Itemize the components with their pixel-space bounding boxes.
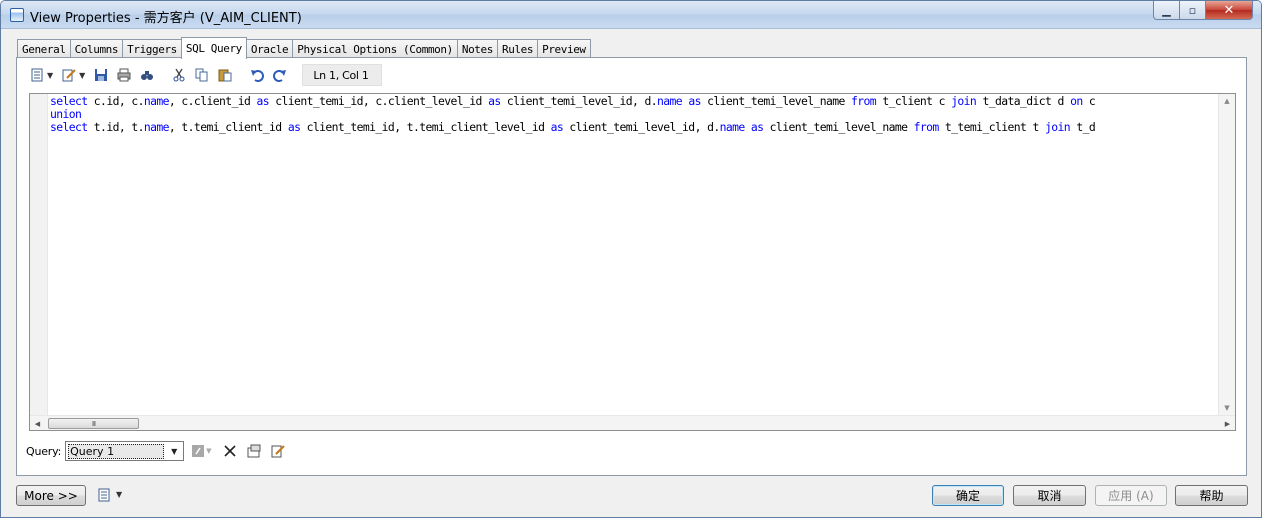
sql-text: client_temi_level_id, d. (563, 120, 720, 134)
query-row: Query: Query 1 ▼ ▼ (26, 441, 288, 461)
sql-text: c (1082, 94, 1096, 108)
window-title: View Properties - 需方客户 (V_AIM_CLIENT) (30, 11, 302, 26)
save-icon[interactable] (91, 65, 111, 85)
tab-rules[interactable]: Rules (496, 39, 539, 58)
sql-text: c.id, c. (87, 94, 145, 108)
sql-keyword: as (256, 94, 270, 108)
find-icon[interactable] (137, 65, 157, 85)
tab-triggers[interactable]: Triggers (122, 39, 182, 58)
sql-text: t_data_dict d (976, 94, 1071, 108)
scroll-up-icon[interactable]: ▲ (1219, 94, 1235, 108)
sql-keyword: join (1045, 120, 1071, 134)
chevron-down-icon[interactable]: ▼ (206, 447, 211, 455)
toolbar-separator (164, 66, 166, 84)
sql-text: , t.temi_client_id (168, 120, 288, 134)
editor-toolbar: ▼ ▼ Ln 1, Col 1 (27, 63, 382, 87)
tab-oracle[interactable]: Oracle (245, 39, 294, 58)
redo-icon[interactable] (270, 65, 290, 85)
code-line[interactable]: select c.id, c.name, c.client_id as clie… (50, 95, 1219, 108)
sql-keyword: name (657, 94, 683, 108)
sql-keyword: as (287, 120, 301, 134)
properties-icon[interactable] (94, 485, 114, 505)
title-bar[interactable]: View Properties - 需方客户 (V_AIM_CLIENT) ▁ … (1, 1, 1261, 29)
vertical-scrollbar[interactable]: ▲ ▼ (1218, 94, 1235, 415)
tab-notes[interactable]: Notes (456, 39, 498, 58)
sql-text: t_temi_client t (938, 120, 1046, 134)
query-select[interactable]: Query 1 ▼ (65, 441, 185, 461)
sql-keyword: name (719, 120, 746, 134)
sql-keyword: as (488, 94, 501, 108)
sql-keyword: as (750, 120, 764, 134)
tab-columns[interactable]: Columns (69, 39, 124, 58)
sql-text: client_temi_id, c.client_level_id (269, 94, 489, 108)
paste-icon[interactable] (215, 65, 235, 85)
chevron-down-icon[interactable]: ▼ (116, 490, 122, 499)
delete-icon[interactable] (220, 441, 240, 461)
maximize-button[interactable]: ▫ (1180, 1, 1206, 20)
copy-icon[interactable] (192, 65, 212, 85)
sql-keyword: join (951, 94, 977, 108)
more-button[interactable]: More >> (16, 485, 86, 506)
sql-text: client_temi_level_name (763, 120, 914, 134)
help-button[interactable]: 帮助 (1175, 485, 1248, 506)
cut-icon[interactable] (169, 65, 189, 85)
chevron-down-icon[interactable]: ▼ (79, 71, 85, 80)
sql-keyword: from (913, 120, 940, 134)
sql-keyword: as (550, 120, 564, 134)
toolbar-separator (242, 66, 244, 84)
new-query-icon[interactable] (188, 441, 208, 461)
sql-text: client_temi_id, t.temi_client_level_id (300, 120, 551, 134)
scroll-down-icon[interactable]: ▼ (1219, 401, 1235, 415)
sql-keyword: name (143, 120, 170, 134)
properties-icon[interactable] (27, 65, 47, 85)
sql-keyword: name (143, 94, 170, 108)
tab-preview[interactable]: Preview (537, 39, 591, 58)
query-select-value: Query 1 (68, 444, 165, 459)
sql-keyword: as (688, 94, 701, 108)
sql-keyword: select (50, 120, 88, 134)
view-properties-window: View Properties - 需方客户 (V_AIM_CLIENT) ▁ … (0, 0, 1262, 518)
print-icon[interactable] (114, 65, 134, 85)
chevron-down-icon[interactable]: ▼ (47, 71, 53, 80)
query-label: Query: (26, 444, 62, 458)
sql-keyword: union (50, 107, 82, 121)
sql-keyword: on (1070, 94, 1083, 108)
tab-sql-query[interactable]: SQL Query (180, 37, 247, 59)
editor-gutter (30, 94, 48, 415)
edit-query-icon[interactable] (268, 441, 288, 461)
sql-text: client_temi_level_name (700, 94, 852, 108)
sql-text: t.id, t. (87, 120, 145, 134)
scroll-left-icon[interactable]: ◀ (30, 416, 45, 431)
scroll-right-icon[interactable]: ▶ (1220, 416, 1235, 431)
caption-buttons: ▁ ▫ ✕ (1153, 1, 1253, 20)
tab-general[interactable]: General (17, 39, 71, 58)
close-button[interactable]: ✕ (1206, 1, 1253, 20)
sql-keyword: from (851, 94, 877, 108)
minimize-button[interactable]: ▁ (1153, 1, 1180, 20)
tab-strip: General Columns Triggers SQL Query Oracl… (17, 37, 591, 59)
sql-text: , c.client_id (168, 94, 257, 108)
apply-button[interactable]: 应用 (A) (1095, 485, 1167, 506)
cancel-button[interactable]: 取消 (1013, 485, 1086, 506)
tab-physical-options[interactable]: Physical Options (Common) (292, 39, 458, 58)
code-line[interactable]: select t.id, t.name, t.temi_client_id as… (50, 121, 1219, 134)
sql-text: t_client c (876, 94, 952, 108)
dialog-buttons: More >> ▼ 确定 取消 应用 (A) 帮助 (1, 477, 1261, 517)
sql-text: client_temi_level_id, d. (500, 94, 658, 108)
chevron-down-icon[interactable]: ▼ (166, 443, 182, 459)
horizontal-scrollbar[interactable]: ◀ III ▶ (30, 415, 1235, 430)
cursor-position: Ln 1, Col 1 (302, 64, 382, 86)
sql-text: t_d (1070, 120, 1096, 134)
view-icon (10, 8, 24, 22)
undo-icon[interactable] (247, 65, 267, 85)
query-properties-icon[interactable] (244, 441, 264, 461)
sql-keyword: select (50, 94, 88, 108)
edit-icon[interactable] (59, 65, 79, 85)
sql-editor[interactable]: select c.id, c.name, c.client_id as clie… (29, 93, 1236, 431)
ok-button[interactable]: 确定 (932, 485, 1004, 506)
toolbar-separator (297, 66, 299, 84)
horizontal-scroll-thumb[interactable]: III (48, 418, 139, 429)
sql-code[interactable]: select c.id, c.name, c.client_id as clie… (50, 94, 1219, 415)
